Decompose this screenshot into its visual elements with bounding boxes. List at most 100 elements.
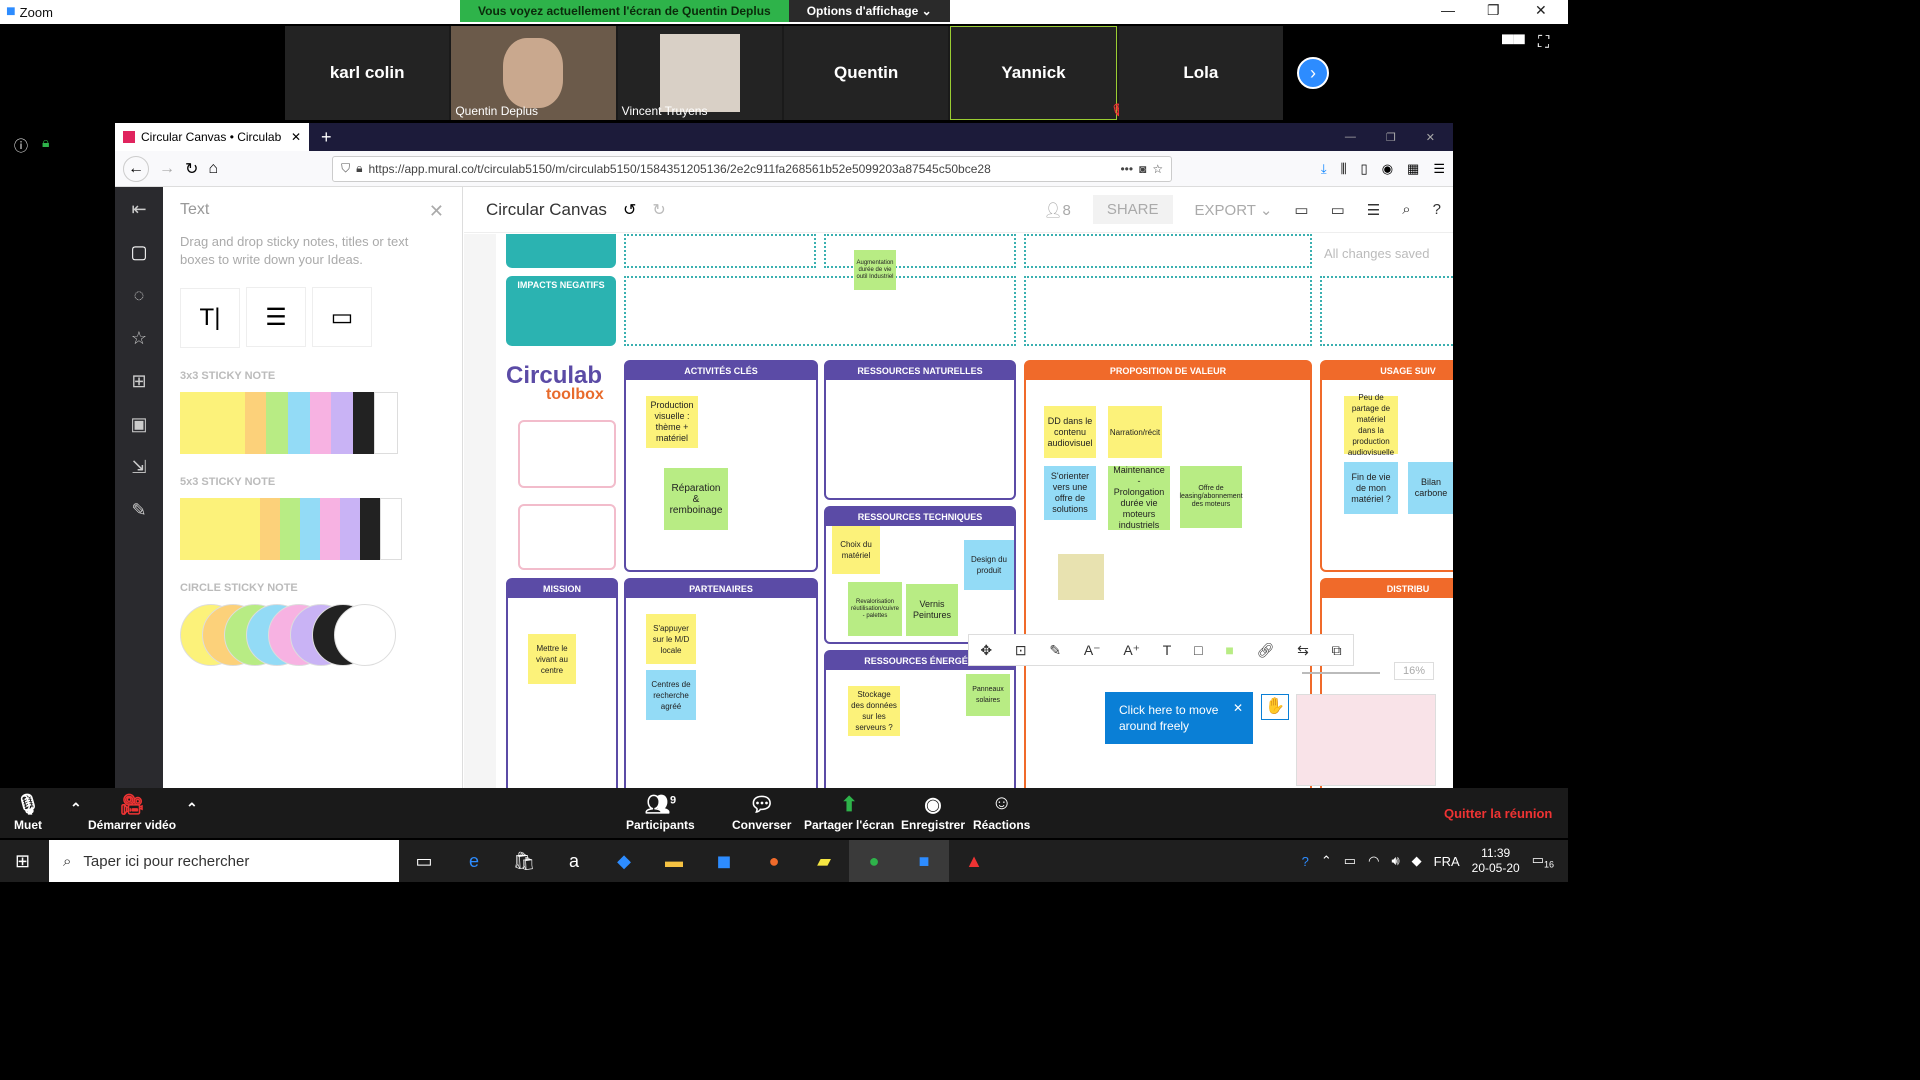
chat-button[interactable]: 💬︎ Converser [732,792,791,832]
star-icon[interactable]: ☆ [1152,162,1163,176]
close-icon[interactable]: ✕ [1535,2,1547,19]
participant-tile[interactable]: Yannick🎙︎ [950,26,1126,120]
pocket-icon[interactable]: ◙ [1139,162,1146,176]
forward-icon[interactable]: → [159,160,175,178]
reactions-button[interactable]: ☺ Réactions [973,792,1030,832]
sticky-note[interactable]: Offre de leasing/abonnement des moteurs [1179,466,1243,528]
wifi-icon[interactable]: ◠ [1368,853,1379,869]
title-tool[interactable]: T| [180,287,240,348]
sticky-note[interactable]: Design du produit [964,540,1014,590]
outline-icon[interactable]: ☰ [1367,201,1380,219]
sticky-note[interactable]: Maintenance - Prolongation durée vie mot… [1108,465,1170,530]
comment-tool[interactable]: ▭ [312,287,372,347]
amazon-icon[interactable]: a [549,840,599,882]
windows-start-icon[interactable]: ⊞ [15,851,30,872]
firefox-icon[interactable]: ● [749,840,799,882]
reload-icon[interactable]: ↻ [185,159,198,179]
sticky-note[interactable]: Choix du matériel [832,526,880,574]
sticky-note[interactable]: Revalorisation réutilisation/cuivre - pa… [848,582,902,636]
chat-icon[interactable]: ▭ [1331,201,1345,219]
redo-icon[interactable]: ↻ [652,200,665,220]
gallery-view-icon[interactable]: ▀▀ [1502,36,1525,54]
font-larger-icon[interactable]: A⁺ [1123,642,1140,659]
menu-icon[interactable]: ☰ [1433,161,1445,177]
zoom-level[interactable]: 16% [1394,662,1434,680]
restore-icon[interactable]: ❐ [1487,2,1500,19]
dropbox-tray-icon[interactable]: ◆ [1412,853,1422,869]
sticky-note[interactable]: S'appuyer sur le M/D locale [646,614,696,664]
leave-meeting-button[interactable]: Quitter la réunion [1444,806,1552,821]
zoom-fit-icon[interactable]: ⊡ [1015,642,1027,659]
mural-canvas[interactable]: IMPACTS NEGATIFS All changes saved Circu… [464,234,1453,788]
sticky-note[interactable]: Fin de vie de mon matériel ? [1344,462,1398,514]
circle-sticky-palette[interactable] [180,603,445,666]
extension-icon[interactable]: ▦ [1407,161,1419,177]
comments-icon[interactable]: ▭ [1294,201,1308,219]
textbox-tool[interactable]: ☰ [246,287,306,347]
help-icon[interactable]: ? [1433,201,1441,218]
back-icon[interactable]: ← [123,155,149,182]
move-icon[interactable]: ✥ [980,642,992,659]
zoom-slider[interactable] [1302,672,1380,674]
sticky-note[interactable]: Stockage des données sur les serveurs ? [848,686,900,736]
frameworks-icon[interactable]: ⊞ [131,371,146,392]
import-icon[interactable]: ⇲ [131,457,146,478]
browser-restore-icon[interactable]: ❐ [1386,131,1396,144]
search-icon[interactable]: ⌕ [1402,201,1410,218]
hand-tool-button[interactable]: ✋ [1261,694,1289,720]
participant-tile[interactable]: karl colin [285,26,450,120]
acrobat-icon[interactable]: ▲ [949,840,999,882]
collapse-icon[interactable]: ⇤ [131,199,146,220]
share-screen-button[interactable]: ⬆ Partager l'écran [804,792,894,832]
sticky-note[interactable]: Peu de partage de matériel dans la produ… [1344,393,1398,457]
sticky-note[interactable]: Vernis Peintures [906,584,958,636]
record-button[interactable]: ◉ Enregistrer [901,792,965,832]
duplicate-icon[interactable]: ⧉ [1332,642,1342,659]
sticky-note[interactable]: Mettre le vivant au centre [528,634,576,684]
new-tab-button[interactable]: + [321,127,332,148]
spotify-icon[interactable]: ● [849,840,899,882]
border-icon[interactable]: □ [1194,642,1202,658]
browser-minimize-icon[interactable]: — [1345,131,1356,144]
language-indicator[interactable]: FRA [1434,854,1460,869]
sticky-note[interactable]: DD dans le contenu audiovisuel [1044,406,1096,458]
color-swatch-icon[interactable]: ■ [1225,642,1233,658]
zoom-taskbar-icon[interactable]: ■ [899,840,949,882]
pen-icon[interactable]: ✎ [131,500,146,521]
sticky-note[interactable]: Bilan carbone [1408,462,1453,514]
text-format-icon[interactable]: T [1163,642,1172,658]
sticky-note[interactable]: Augmentation durée de vie outil Industri… [854,250,896,290]
volume-icon[interactable]: 🔊︎ [1391,853,1399,869]
notification-icon[interactable]: ▭16 [1532,852,1554,870]
sticky-note-icon[interactable]: ▢ [130,242,147,263]
library-icon[interactable]: ⫼ [1341,161,1347,177]
link-icon[interactable]: 🔗︎ [1257,642,1275,659]
tooltip-close-icon[interactable]: ✕ [1233,700,1243,716]
fullscreen-icon[interactable]: ⛶ [1538,34,1549,52]
participant-tile[interactable]: Lola [1118,26,1283,120]
next-page-button[interactable]: › [1297,57,1329,89]
store-icon[interactable]: 🛍︎ [499,840,549,882]
task-view-icon[interactable]: ▭ [399,840,449,882]
image-icon[interactable]: ▣ [130,414,147,435]
sticky-note[interactable]: Production visuelle : thème + matériel [646,396,698,448]
url-field[interactable]: ⛉ 🔒︎ https://app.mural.co/t/circulab5150… [332,155,1173,182]
sticky-3x3-palette[interactable] [180,391,398,454]
sticky-note[interactable]: Réparation & remboinage [664,468,728,530]
export-button[interactable]: EXPORT ⌄ [1195,201,1273,219]
chevron-up-icon[interactable]: ⌃ [1321,853,1332,869]
users-indicator[interactable]: 👤︎8 [1043,201,1070,219]
edge-icon[interactable]: e [449,840,499,882]
sticky-note-blank[interactable] [1058,554,1104,600]
share-button[interactable]: SHARE [1092,195,1173,224]
view-options-button[interactable]: Options d'affichage ⌄ [788,0,950,22]
dropbox-icon[interactable]: ◆ [599,840,649,882]
info-icon[interactable]: ⓘ [14,136,28,156]
browser-close-icon[interactable]: ✕ [1426,131,1435,144]
participants-button[interactable]: 👥︎9 Participants [626,792,695,832]
outlook-icon[interactable]: ◼ [699,840,749,882]
mic-options-icon[interactable]: ⌃ [70,800,82,817]
sticky-5x3-palette[interactable] [180,497,402,560]
participant-tile[interactable]: Quentin Deplus [451,26,616,120]
help-icon[interactable]: ? [1302,854,1309,869]
